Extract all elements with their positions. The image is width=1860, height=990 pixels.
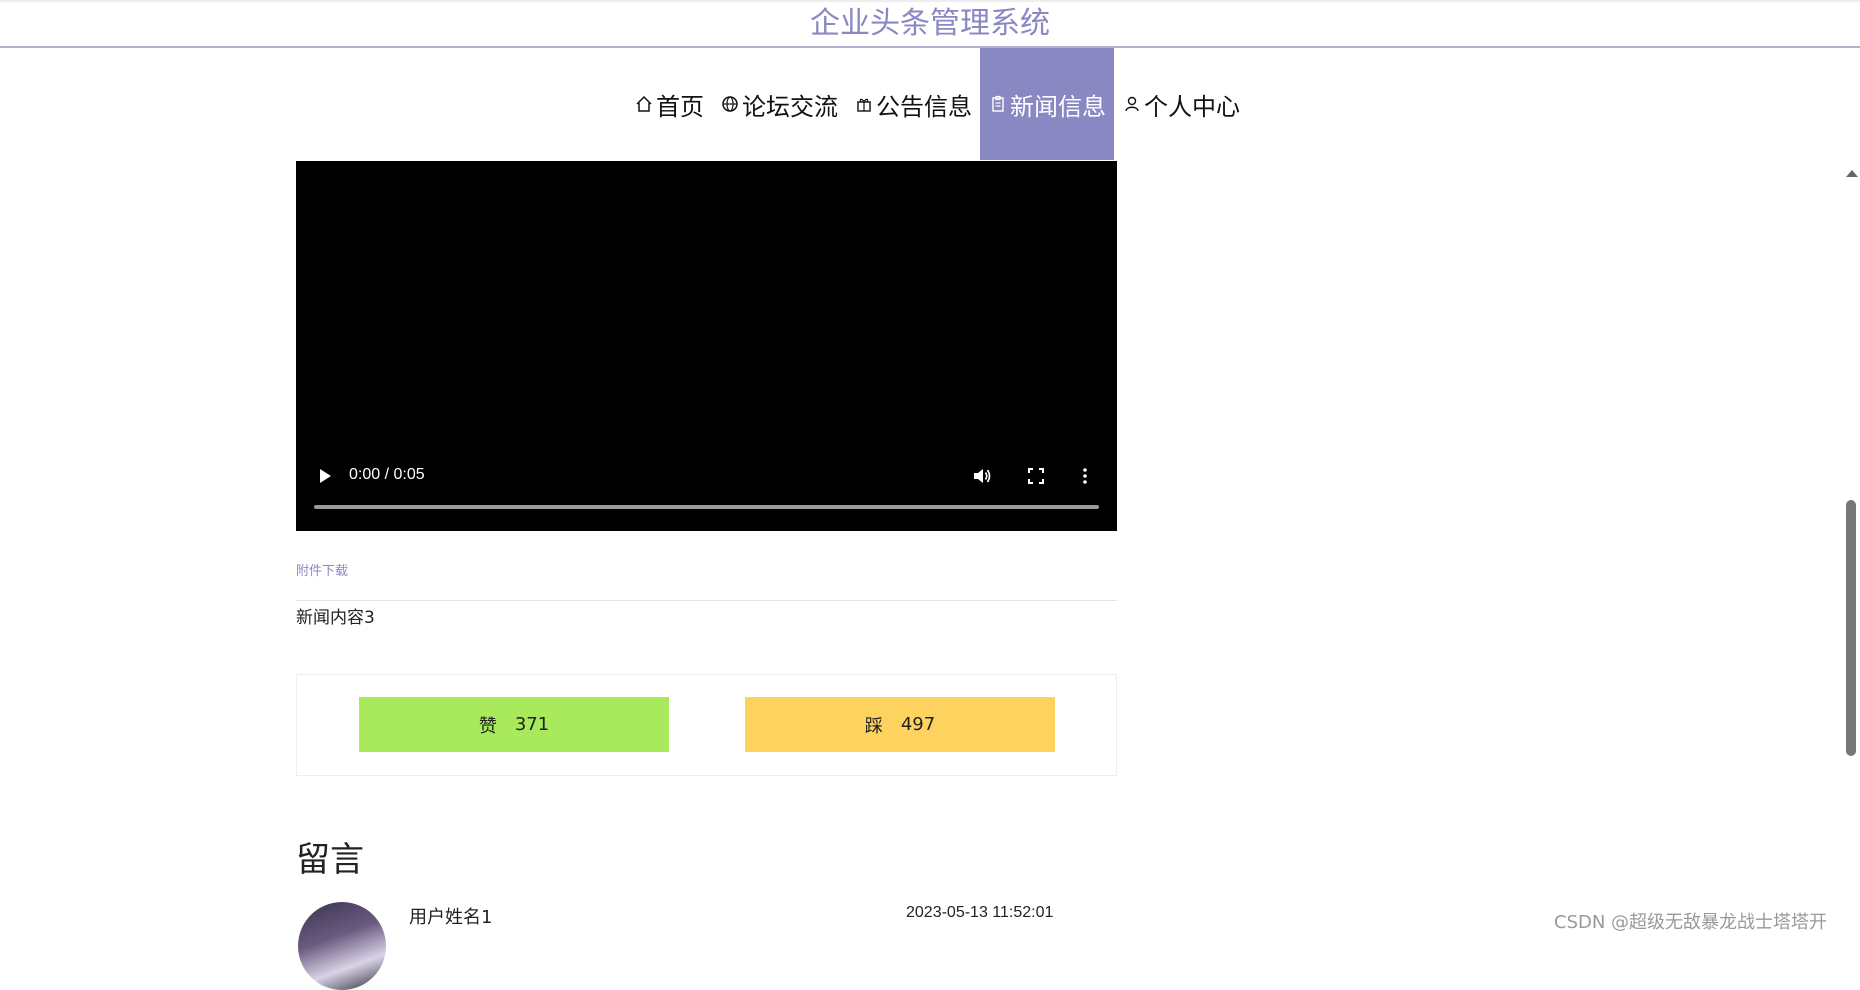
- attachment-download-link[interactable]: 附件下载: [296, 560, 348, 579]
- nav-item-label: 首页: [656, 92, 704, 121]
- gift-icon: [857, 98, 871, 112]
- scrollbar-thumb[interactable]: [1846, 500, 1856, 756]
- scroll-up-arrow-icon[interactable]: [1846, 170, 1858, 177]
- app-title: 企业头条管理系统: [810, 6, 1050, 41]
- more-options-icon[interactable]: [1082, 467, 1088, 485]
- comments-title: 留言: [296, 840, 364, 880]
- header: 企业头条管理系统: [0, 0, 1860, 48]
- dislike-button[interactable]: 踩 497: [745, 697, 1055, 752]
- fullscreen-icon[interactable]: [1028, 468, 1044, 484]
- globe-icon: [722, 96, 738, 112]
- avatar: [298, 902, 386, 990]
- news-content: 新闻内容3: [296, 608, 375, 628]
- user-icon: [1125, 96, 1139, 112]
- nav-item-profile[interactable]: 个人中心: [1114, 48, 1248, 160]
- dislike-count: 497: [900, 714, 936, 735]
- divider: [296, 600, 1117, 601]
- nav-item-news[interactable]: 新闻信息: [980, 48, 1114, 160]
- clipboard-icon: [992, 95, 1004, 112]
- nav-item-notice[interactable]: 公告信息: [846, 48, 980, 160]
- scrollbar[interactable]: [1842, 160, 1860, 940]
- comment-timestamp: 2023-05-13 11:52:01: [906, 904, 1054, 921]
- home-icon: [636, 95, 652, 112]
- volume-icon[interactable]: [972, 467, 992, 485]
- nav-item-label: 新闻信息: [1010, 92, 1106, 121]
- comment-username: 用户姓名1: [409, 907, 493, 928]
- vote-panel: 赞 371 踩 497: [296, 674, 1117, 776]
- nav-item-home[interactable]: 首页: [626, 48, 712, 160]
- nav-item-label: 个人中心: [1144, 92, 1240, 121]
- nav-item-forum[interactable]: 论坛交流: [712, 48, 846, 160]
- video-time: 0:00 / 0:05: [349, 466, 425, 483]
- play-icon[interactable]: [316, 467, 334, 485]
- watermark: CSDN @超级无敌暴龙战士塔塔开: [1554, 912, 1828, 933]
- like-label: 赞: [478, 715, 497, 737]
- dislike-label: 踩: [864, 715, 883, 737]
- video-player[interactable]: 0:00 / 0:05: [296, 161, 1117, 531]
- nav-item-label: 论坛交流: [742, 92, 838, 121]
- like-button[interactable]: 赞 371: [359, 697, 669, 752]
- nav-item-label: 公告信息: [876, 92, 972, 121]
- video-progress-track[interactable]: [314, 505, 1099, 509]
- like-count: 371: [514, 714, 550, 735]
- main-nav: 首页 论坛交流 公告信息 新闻信息 个人中心: [0, 48, 1860, 160]
